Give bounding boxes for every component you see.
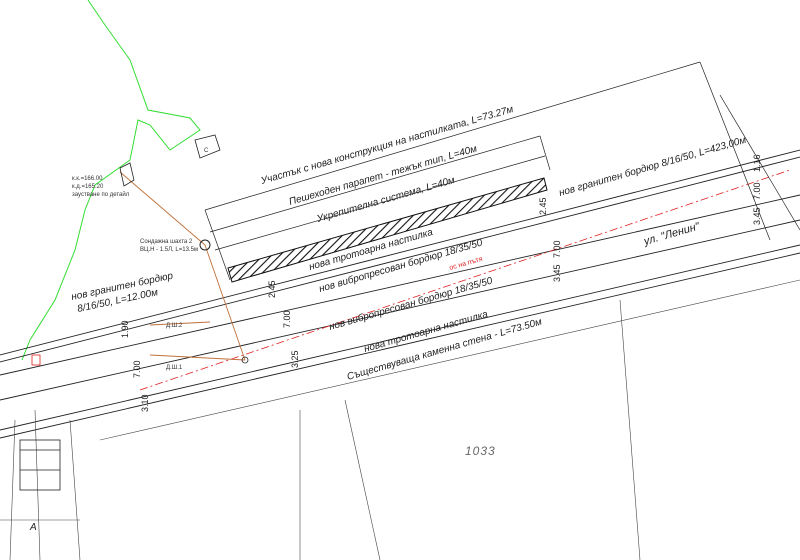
mark-c-symbol <box>194 134 221 159</box>
label-drainage-shaft: Сондажна шахта 2 <box>140 239 193 245</box>
label-elev-bottom: к.д.=165.20 <box>72 184 104 190</box>
label-shaft-d2: Д.Ш.2 <box>166 323 183 329</box>
label-road-axis: ос на пътя <box>449 256 484 272</box>
mark-a: А <box>29 522 37 533</box>
label-elev-top: к.к.=166.00 <box>72 176 103 182</box>
dim-245-left: 2.45 <box>267 280 277 298</box>
label-drain-pipe: ВЦ.Н - 1.5Л, L=13.5м <box>140 247 198 253</box>
label-detail-ref: заустване по детайл <box>72 191 130 198</box>
dim-700-far: 7.00 <box>132 360 142 378</box>
label-shaft-d1: Д.Ш.1 <box>166 365 183 371</box>
dim-325: 3.25 <box>290 350 300 368</box>
dim-310: 3.10 <box>140 394 150 412</box>
dim-700-mid: 7.00 <box>552 240 562 258</box>
dim-700-left: 7.00 <box>282 310 292 328</box>
parcel-number: 1033 <box>465 444 496 458</box>
dim-700-right: 7.00 <box>752 182 762 200</box>
left-structure <box>19 354 61 491</box>
dim-345-mid: 3.45 <box>552 264 562 282</box>
site-plan-drawing: Участък с нова конструкция на настилката… <box>0 0 800 560</box>
label-new-granite-curb-right: нов гранитен бордюр 8/16/50, L=423,00м <box>558 134 748 199</box>
dim-116: 1.16 <box>752 154 762 172</box>
mark-c: С <box>204 148 209 154</box>
dim-345-right: 3.45 <box>752 207 762 225</box>
dim-245-top: 2.45 <box>538 197 548 215</box>
drain-pipe <box>119 171 246 361</box>
dim-190: 1.90 <box>120 320 130 338</box>
